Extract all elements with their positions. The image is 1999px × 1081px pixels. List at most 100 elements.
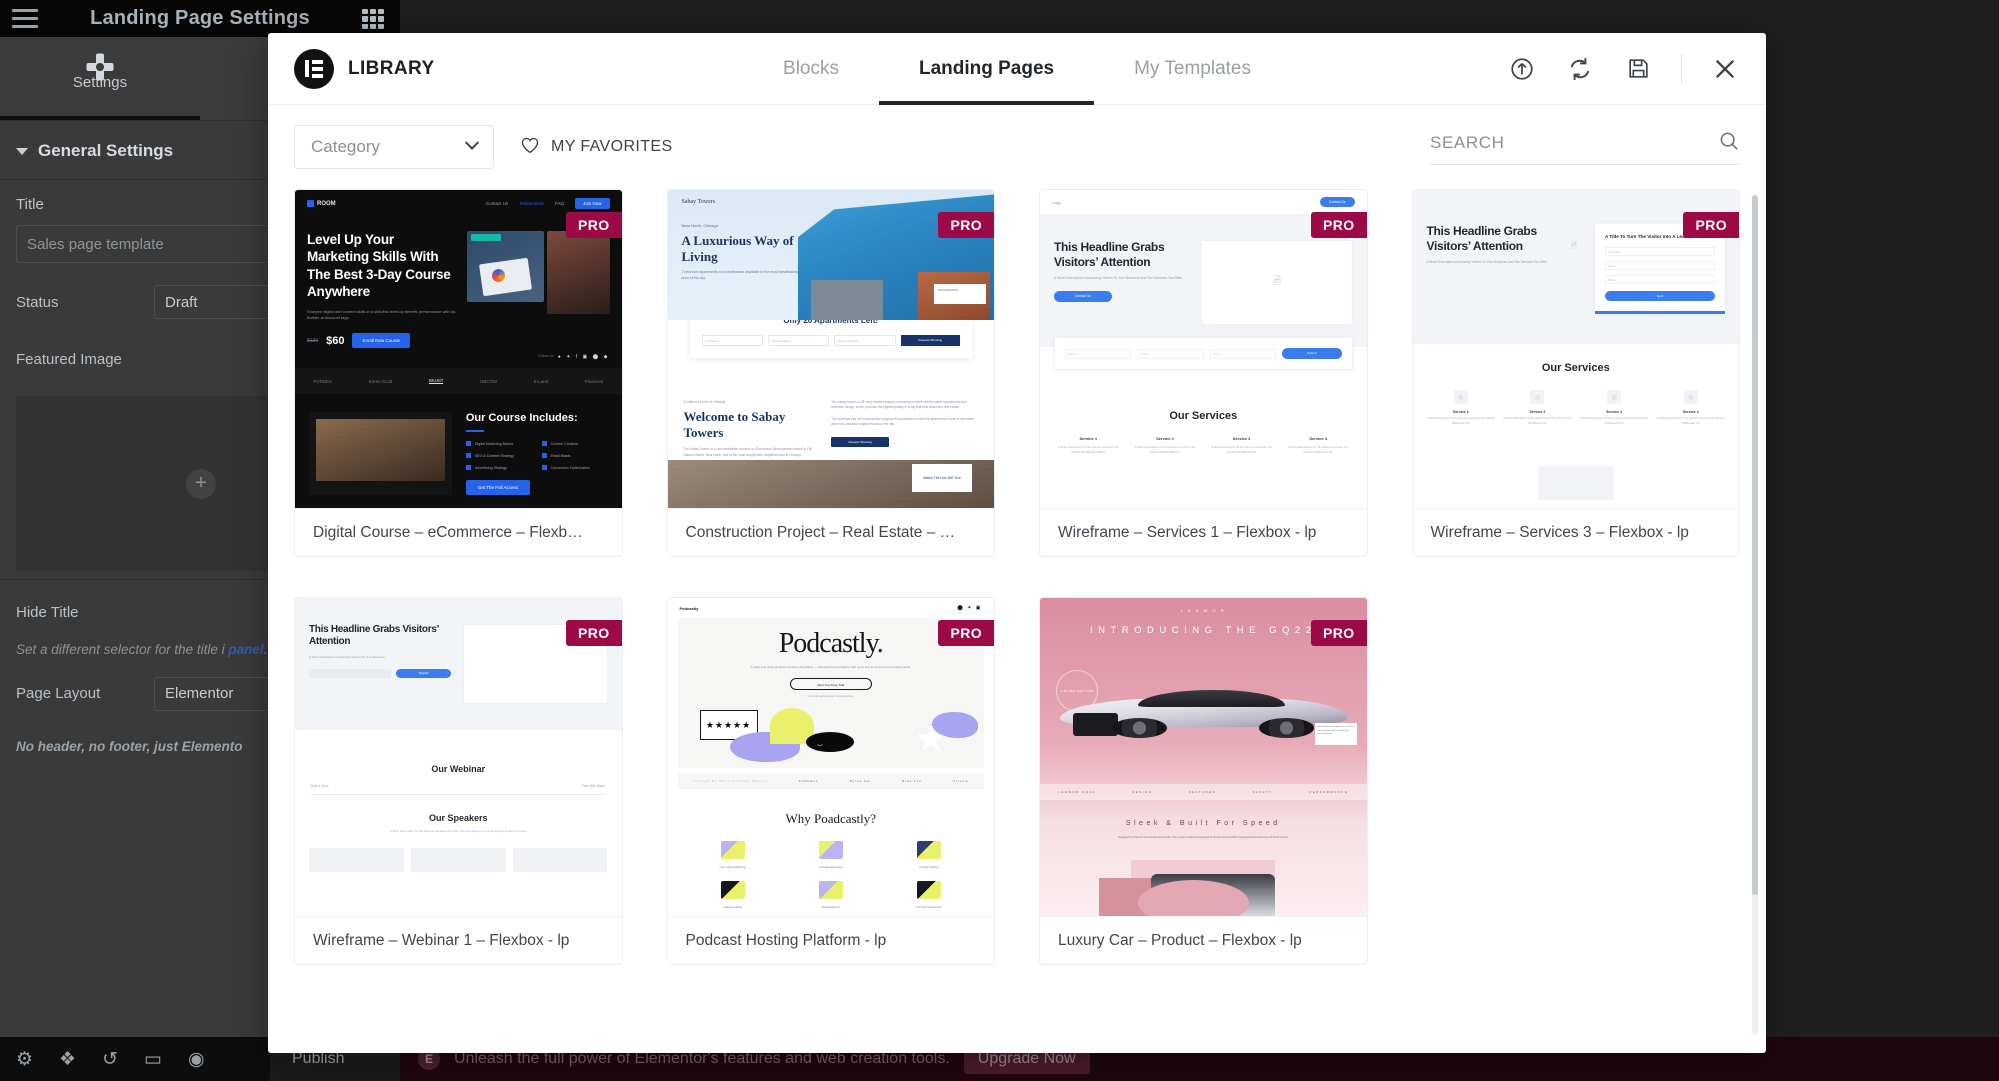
art-section-title: Why Poadcastly?: [785, 811, 877, 826]
art-feature: Unlimited Education: [818, 865, 844, 869]
tab-blocks-label: Blocks: [783, 58, 839, 79]
tab-blocks[interactable]: Blocks: [743, 33, 879, 105]
art-meta: Date & Time: [311, 784, 329, 788]
editor-topbar: Landing Page Settings: [0, 0, 400, 37]
art-service: Service 4: [1682, 410, 1699, 415]
image-placeholder-icon: 🖻: [1272, 276, 1281, 287]
template-card[interactable]: PRO Sabay Towers Near North, Chicago A L…: [666, 189, 995, 557]
art-price-old: $120: [307, 337, 319, 344]
hide-title-help-link[interactable]: panel: [228, 642, 263, 657]
art-partners-label: Trusted By Many Podcast Makers: [692, 779, 768, 783]
template-card[interactable]: PRO This Headline Grabs Visitors’ Attent…: [1411, 189, 1740, 557]
tab-my-templates[interactable]: My Templates: [1094, 33, 1291, 105]
tab-settings[interactable]: Settings: [0, 37, 200, 120]
art-section-title-2: Our Speakers: [428, 813, 488, 823]
art-partner: FARFELL: [798, 779, 819, 783]
layers-icon[interactable]: ❖: [59, 1050, 76, 1069]
template-card[interactable]: PRO ROOM Contact Us Testimonials FAQ Joi…: [294, 189, 623, 557]
art-nav-item: FEATURES: [1188, 790, 1216, 794]
preview-icon[interactable]: ◉: [188, 1050, 205, 1069]
template-card[interactable]: PRO Podcastly ⬤ ✦ ▣ Podcastly. A video-f…: [666, 597, 995, 965]
template-thumbnail: PRO This Headline Grabs Visitors’ Attent…: [295, 598, 622, 916]
art-form-field: Email Address: [767, 335, 830, 346]
art-partner: Bytes.bar: [849, 779, 872, 783]
template-thumbnail: PRO ROOM Contact Us Testimonials FAQ Joi…: [295, 190, 622, 508]
feature-icon: [818, 881, 843, 899]
art-form-field: Phone: [1209, 348, 1277, 359]
pro-badge: PRO: [1310, 620, 1367, 646]
art-section-title: Our Services: [1541, 362, 1610, 375]
art-feature: Internal Livestreams: [916, 905, 942, 909]
template-library-modal: LIBRARY Blocks Landing Pages My Template…: [268, 33, 1766, 1053]
title-label: Title: [16, 196, 44, 213]
art-hero-cta: Register: [396, 669, 452, 679]
feature-icon: [720, 841, 745, 859]
art-partner: Blue 112: [902, 779, 922, 783]
tab-landing-pages-label: Landing Pages: [918, 58, 1055, 79]
category-select[interactable]: Category: [294, 125, 494, 169]
art-feature: One Click Publishing: [719, 865, 746, 869]
status-label: Status: [16, 293, 59, 311]
art-section-cta: Request Showing: [831, 436, 890, 447]
tab-landing-pages[interactable]: Landing Pages: [878, 33, 1095, 105]
pro-badge: PRO: [1310, 212, 1367, 238]
art-form-field: Phone: [1605, 275, 1715, 285]
library-header-actions: [1507, 53, 1740, 84]
art-form-field: Name: [1065, 348, 1132, 359]
art-section-title: Our Course Includes:: [465, 412, 578, 425]
save-template-icon[interactable]: [1623, 54, 1653, 84]
responsive-icon[interactable]: ▭: [144, 1050, 162, 1069]
my-favorites-button[interactable]: MY FAVORITES: [520, 136, 673, 159]
service-icon: ◎: [1453, 390, 1468, 405]
art-brand: FORBES: [313, 378, 332, 384]
art-nav-item: Testimonials: [519, 201, 544, 206]
art-body: A Short Description Introducing Visitors…: [309, 655, 385, 660]
art-body: Sharpen digital and content skills in a …: [307, 309, 457, 321]
art-form-field: Email: [1137, 348, 1204, 359]
import-template-icon[interactable]: [1507, 54, 1537, 84]
template-title: Digital Course – eCommerce – Flexb…: [295, 508, 622, 556]
sync-library-icon[interactable]: [1565, 54, 1595, 84]
search-icon[interactable]: [1718, 130, 1740, 157]
service-icon: ◎: [1607, 390, 1622, 405]
settings-icon[interactable]: ⚙: [16, 1050, 33, 1069]
art-note: No credit card required. Cancel anytime.: [807, 695, 854, 699]
art-form-cta: Send: [1605, 291, 1715, 302]
library-filter-bar: Category MY FAVORITES: [268, 105, 1766, 189]
art-logo: Logo: [1052, 199, 1061, 205]
art-form-field: Full Name: [701, 335, 763, 346]
template-title: Wireframe – Services 3 – Flexbox - lp: [1412, 508, 1739, 556]
screen: Landing Page Settings Settings Style Gen…: [0, 0, 1999, 1081]
library-header: LIBRARY Blocks Landing Pages My Template…: [268, 33, 1766, 105]
art-meta: Free With Space: [581, 784, 606, 788]
history-icon[interactable]: ↺: [102, 1050, 118, 1069]
chevron-down-icon: [464, 135, 480, 150]
search-input[interactable]: [1430, 133, 1680, 153]
art-section-title: Our Webinar: [431, 764, 486, 774]
art-nav-item: DESIGN: [1132, 790, 1153, 794]
template-card[interactable]: PRO · L E E W O R · INTRODUCING THE GQ22…: [1039, 597, 1368, 965]
vertical-scrollbar[interactable]: [1752, 195, 1758, 1035]
art-nav-item: PERFORMANCE: [1309, 790, 1349, 794]
art-service: Service 3: [1232, 436, 1251, 441]
art-feature: Audience Stats: [723, 905, 742, 909]
art-feature: Content Creation: [550, 441, 578, 446]
art-feature: Private Hosting: [919, 865, 939, 869]
art-feature: Email Blasts: [550, 453, 571, 458]
feature-icon: [818, 841, 843, 859]
pro-badge: PRO: [1683, 212, 1739, 238]
template-card[interactable]: PRO This Headline Grabs Visitors’ Attent…: [294, 597, 623, 965]
close-icon[interactable]: [1710, 54, 1740, 84]
feature-icon: [916, 881, 941, 899]
pro-badge: PRO: [938, 212, 994, 238]
divider: [1681, 53, 1682, 84]
art-form-cta: Submit: [1282, 348, 1342, 359]
apps-grid-icon[interactable]: [362, 9, 384, 29]
feature-icon: [720, 881, 745, 899]
pro-badge: PRO: [565, 212, 622, 238]
template-card[interactable]: PRO Logo Contact Us This Headline Grabs …: [1039, 189, 1368, 557]
tab-my-templates-label: My Templates: [1134, 58, 1251, 79]
art-feature: Digital Marketing Basics: [474, 441, 514, 446]
art-brand: UBCOM: [480, 378, 497, 384]
pro-badge: PRO: [565, 620, 622, 646]
